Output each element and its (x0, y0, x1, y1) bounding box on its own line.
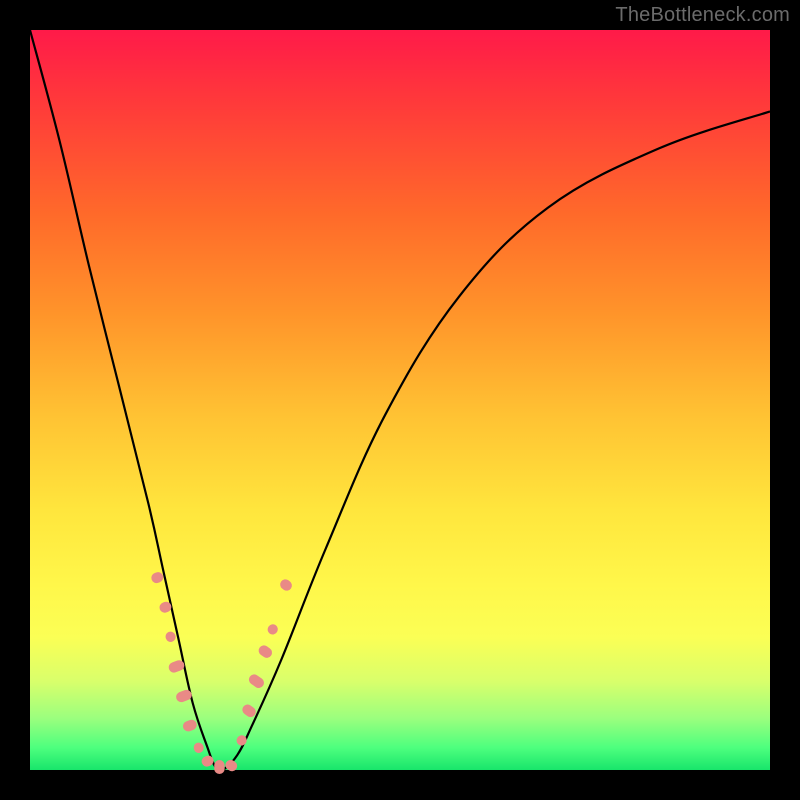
curve-marker (257, 643, 274, 660)
curve-marker (266, 622, 280, 636)
watermark-text: TheBottleneck.com (615, 4, 790, 27)
curve-marker (192, 741, 205, 754)
plot-area (30, 30, 770, 770)
chart-frame: TheBottleneck.com (0, 0, 800, 800)
curve-marker (223, 758, 239, 773)
curve-marker (278, 577, 294, 592)
chart-svg (30, 30, 770, 770)
marker-group (150, 571, 294, 774)
bottleneck-curve (30, 30, 770, 771)
curve-marker (181, 718, 198, 733)
curve-marker (200, 754, 215, 768)
curve-marker (214, 760, 224, 774)
curve-marker (247, 672, 266, 690)
curve-marker (164, 630, 177, 643)
curve-marker (150, 571, 165, 585)
